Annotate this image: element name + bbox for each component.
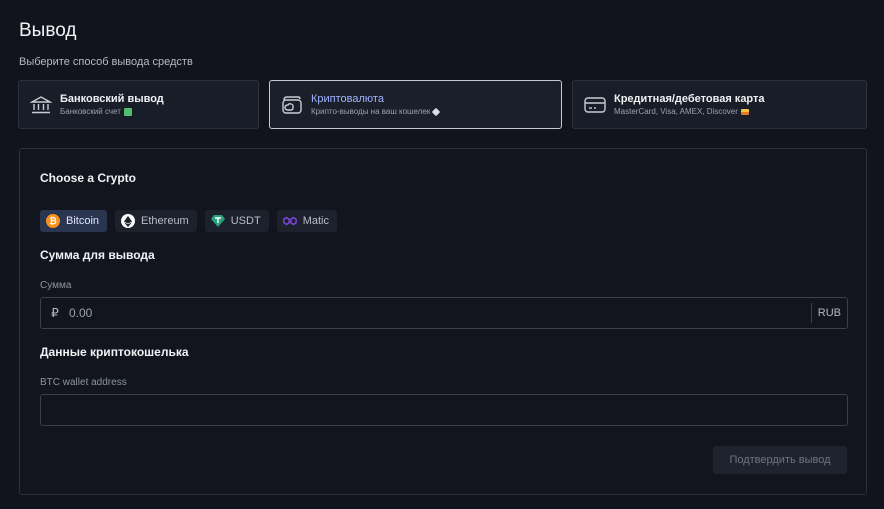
method-crypto[interactable]: Криптовалюта Крипто-выводы на ваш кошеле…: [269, 80, 562, 129]
choose-crypto-title: Choose a Crypto: [40, 171, 137, 185]
method-card-desc: MasterCard, Visa, AMEX, Discover: [614, 107, 738, 116]
method-card[interactable]: Кредитная/дебетовая карта MasterCard, Vi…: [572, 80, 867, 129]
crypto-option-ethereum[interactable]: Ethereum: [115, 210, 197, 232]
bank-emoji-icon: [123, 107, 132, 116]
ethereum-icon: [121, 214, 136, 228]
crypto-option-label: Ethereum: [141, 215, 189, 227]
bank-icon: [29, 93, 53, 117]
currency-symbol: ₽: [51, 306, 59, 320]
method-card-title: Кредитная/дебетовая карта: [614, 93, 765, 105]
crypto-option-usdt[interactable]: USDT: [204, 210, 269, 232]
crypto-option-label: Matic: [302, 215, 329, 227]
bitcoin-icon: ₿: [46, 214, 60, 228]
card-emoji-icon: [740, 108, 749, 115]
crypto-option-bitcoin[interactable]: ₿ Bitcoin: [40, 210, 108, 232]
method-bank[interactable]: Банковский вывод Банковский счет: [18, 80, 259, 129]
amount-field: ₽ RUB: [40, 297, 848, 329]
method-bank-text: Банковский вывод Банковский счет: [60, 92, 164, 117]
crypto-option-label: USDT: [230, 215, 261, 227]
method-bank-desc: Банковский счет: [60, 107, 121, 116]
page-title: Вывод: [19, 20, 77, 41]
amount-section-title: Сумма для вывода: [40, 248, 155, 262]
method-crypto-text: Криптовалюта Крипто-выводы на ваш кошеле…: [311, 92, 441, 117]
tether-icon: [210, 214, 225, 228]
crypto-options: ₿ Bitcoin Ethereum USDT Matic: [40, 210, 337, 232]
method-bank-title: Банковский вывод: [60, 93, 164, 105]
currency-code: RUB: [810, 303, 847, 323]
crypto-withdraw-panel: Choose a Crypto ₿ Bitcoin Ethereum USDT: [19, 148, 867, 495]
crypto-option-matic[interactable]: Matic: [276, 210, 337, 232]
wallet-icon: [280, 93, 304, 117]
wallet-section-title: Данные криптокошелька: [40, 345, 189, 359]
withdraw-page: Вывод Выберите способ вывода средств Бан…: [0, 0, 884, 509]
polygon-icon: [282, 214, 297, 228]
amount-input[interactable]: [69, 298, 811, 328]
wallet-address-label: BTC wallet address: [40, 377, 127, 388]
method-crypto-title: Криптовалюта: [311, 93, 384, 105]
withdraw-methods: Банковский вывод Банковский счет Криптов…: [18, 80, 867, 129]
amount-label: Сумма: [40, 280, 72, 291]
wallet-address-field: [40, 394, 848, 426]
crypto-option-label: Bitcoin: [66, 215, 100, 227]
method-card-text: Кредитная/дебетовая карта MasterCard, Vi…: [614, 92, 765, 117]
page-subtitle: Выберите способ вывода средств: [19, 56, 193, 68]
rocket-icon: [432, 107, 441, 117]
confirm-withdraw-button[interactable]: Подтвердить вывод: [713, 446, 847, 474]
method-crypto-desc: Крипто-выводы на ваш кошелек: [311, 107, 431, 116]
credit-card-icon: [583, 93, 607, 117]
wallet-address-input[interactable]: [41, 395, 847, 425]
